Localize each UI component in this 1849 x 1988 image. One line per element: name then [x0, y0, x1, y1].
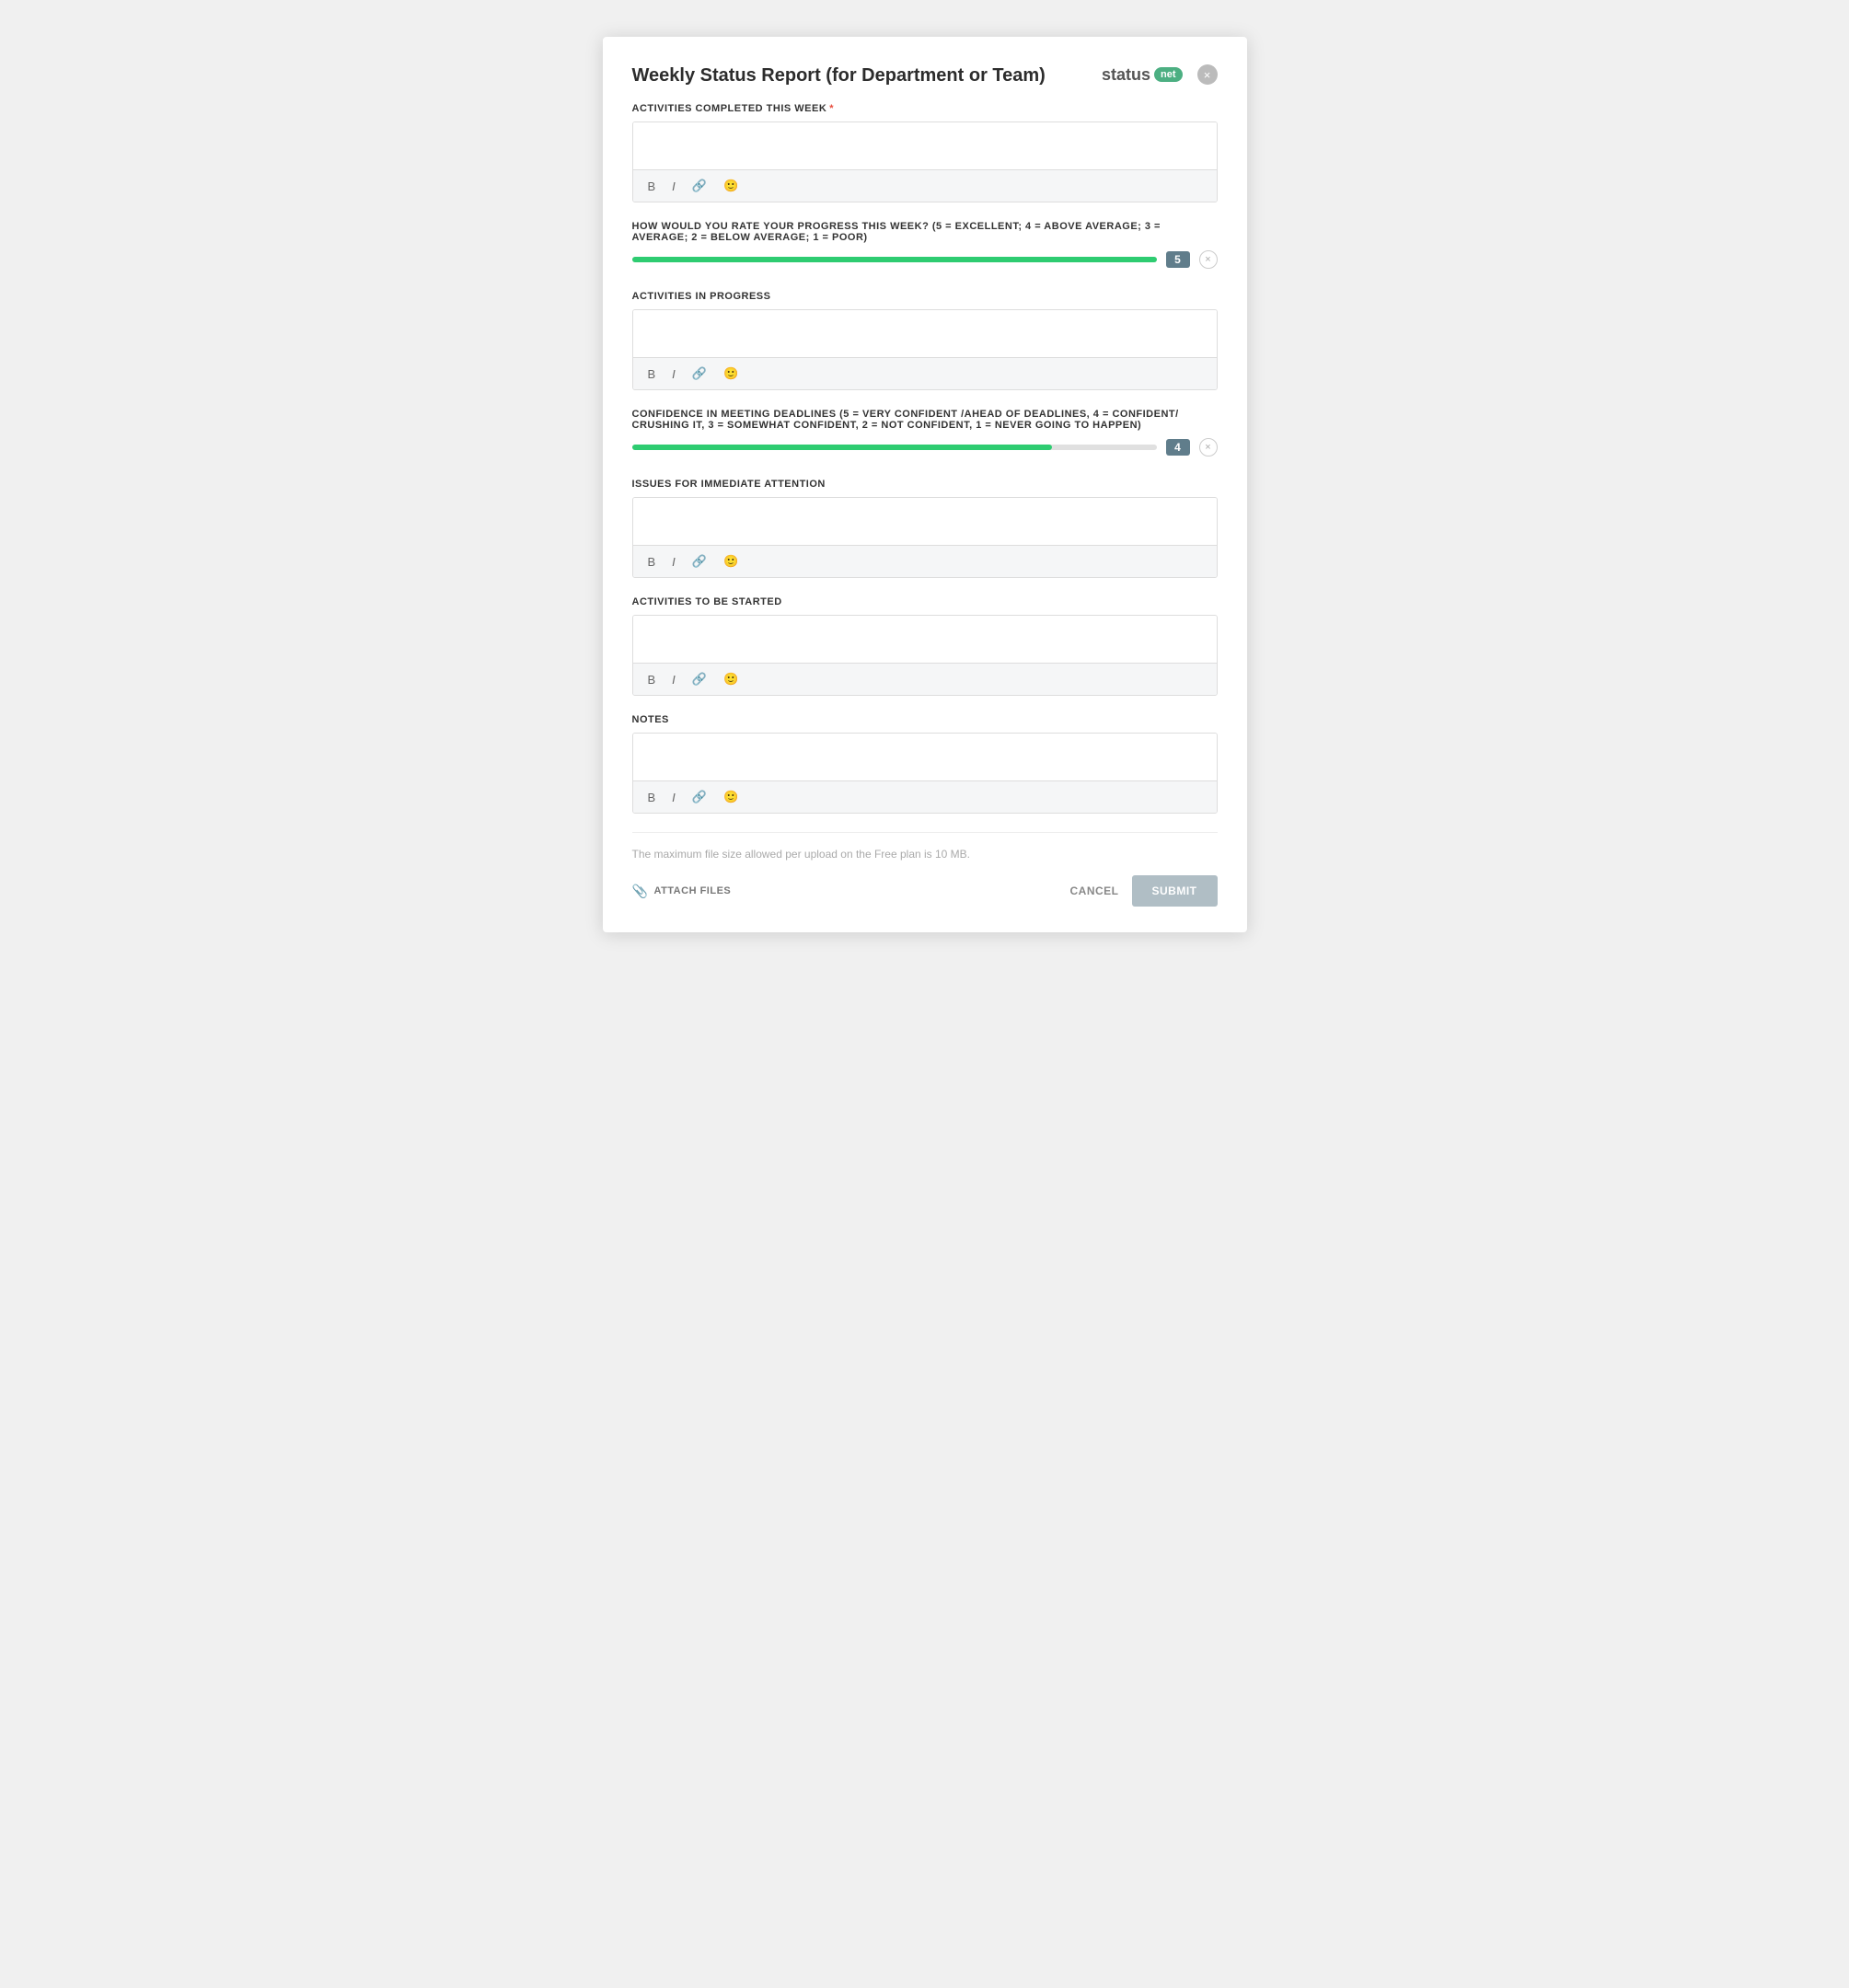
italic-button-1[interactable]: I: [668, 178, 679, 195]
close-button[interactable]: ×: [1197, 64, 1218, 85]
notes-input[interactable]: [633, 734, 1217, 781]
required-star: *: [829, 103, 834, 114]
attach-files-button[interactable]: 📎 ATTACH FILES: [632, 884, 732, 899]
activities-in-progress-toolbar: B I 🔗 🙂: [633, 358, 1217, 389]
modal-overlay: Weekly Status Report (for Department or …: [603, 37, 1247, 932]
link-icon-1: 🔗: [692, 179, 707, 192]
footer-divider: [632, 832, 1218, 833]
emoji-icon-3: 🙂: [723, 554, 738, 568]
confidence-slider-value: 4: [1166, 439, 1190, 456]
activities-completed-label: ACTIVITIES COMPLETED THIS WEEK*: [632, 103, 1218, 114]
activities-completed-toolbar: B I 🔗 🙂: [633, 170, 1217, 202]
confidence-slider-row: 4 ×: [632, 438, 1218, 457]
brand-logo: status net: [1102, 65, 1183, 85]
activities-completed-editor: B I 🔗 🙂: [632, 121, 1218, 202]
submit-button[interactable]: SUBMIT: [1132, 875, 1218, 907]
notes-section: NOTES B I 🔗 🙂: [632, 714, 1218, 814]
confidence-slider-fill: [632, 445, 1052, 450]
progress-rating-section: HOW WOULD YOU RATE YOUR PROGRESS THIS WE…: [632, 221, 1218, 269]
issues-editor: B I 🔗 🙂: [632, 497, 1218, 578]
confidence-slider-track: [632, 445, 1157, 450]
activities-in-progress-label: ACTIVITIES IN PROGRESS: [632, 291, 1218, 302]
emoji-icon-4: 🙂: [723, 672, 738, 686]
link-button-2[interactable]: 🔗: [688, 364, 711, 383]
footer-actions: 📎 ATTACH FILES CANCEL SUBMIT: [632, 875, 1218, 907]
bold-button-3[interactable]: B: [644, 553, 660, 571]
activities-completed-input[interactable]: [633, 122, 1217, 170]
activities-to-start-label: ACTIVITIES TO BE STARTED: [632, 596, 1218, 607]
link-icon-4: 🔗: [692, 672, 707, 686]
bold-button-2[interactable]: B: [644, 365, 660, 383]
emoji-button-3[interactable]: 🙂: [720, 552, 742, 571]
confidence-section: CONFIDENCE IN MEETING DEADLINES (5 = VER…: [632, 409, 1218, 457]
issues-section: ISSUES FOR IMMEDIATE ATTENTION B I 🔗 🙂: [632, 479, 1218, 578]
link-button-5[interactable]: 🔗: [688, 788, 711, 806]
activities-to-start-input[interactable]: [633, 616, 1217, 664]
brand-text: status: [1102, 65, 1150, 85]
modal-container: Weekly Status Report (for Department or …: [603, 37, 1247, 932]
brand-badge: net: [1154, 67, 1183, 82]
issues-input[interactable]: [633, 498, 1217, 546]
progress-slider-row: 5 ×: [632, 250, 1218, 269]
form-action-buttons: CANCEL SUBMIT: [1070, 875, 1218, 907]
issues-label: ISSUES FOR IMMEDIATE ATTENTION: [632, 479, 1218, 490]
paperclip-icon: 📎: [632, 884, 649, 899]
bold-button-4[interactable]: B: [644, 671, 660, 688]
bold-button-1[interactable]: B: [644, 178, 660, 195]
modal-title-area: Weekly Status Report (for Department or …: [632, 64, 1046, 87]
italic-button-2[interactable]: I: [668, 365, 679, 383]
italic-button-4[interactable]: I: [668, 671, 679, 688]
activities-to-start-editor: B I 🔗 🙂: [632, 615, 1218, 696]
italic-button-3[interactable]: I: [668, 553, 679, 571]
emoji-icon-5: 🙂: [723, 790, 738, 803]
activities-in-progress-section: ACTIVITIES IN PROGRESS B I 🔗 🙂: [632, 291, 1218, 390]
notes-label: NOTES: [632, 714, 1218, 725]
activities-in-progress-editor: B I 🔗 🙂: [632, 309, 1218, 390]
activities-to-start-section: ACTIVITIES TO BE STARTED B I 🔗 🙂: [632, 596, 1218, 696]
confidence-label: CONFIDENCE IN MEETING DEADLINES (5 = VER…: [632, 409, 1218, 431]
file-size-note: The maximum file size allowed per upload…: [632, 848, 1218, 861]
cancel-button[interactable]: CANCEL: [1070, 884, 1119, 897]
italic-button-5[interactable]: I: [668, 789, 679, 806]
link-button-3[interactable]: 🔗: [688, 552, 711, 571]
link-button-4[interactable]: 🔗: [688, 670, 711, 688]
emoji-button-1[interactable]: 🙂: [720, 177, 742, 195]
emoji-icon-1: 🙂: [723, 179, 738, 192]
activities-in-progress-input[interactable]: [633, 310, 1217, 358]
emoji-button-4[interactable]: 🙂: [720, 670, 742, 688]
attach-label: ATTACH FILES: [653, 885, 731, 896]
emoji-button-2[interactable]: 🙂: [720, 364, 742, 383]
bold-button-5[interactable]: B: [644, 789, 660, 806]
progress-slider-track: [632, 257, 1157, 262]
link-icon-3: 🔗: [692, 554, 707, 568]
progress-slider-value: 5: [1166, 251, 1190, 268]
confidence-slider-clear[interactable]: ×: [1199, 438, 1218, 457]
progress-rating-label: HOW WOULD YOU RATE YOUR PROGRESS THIS WE…: [632, 221, 1218, 243]
progress-slider-clear[interactable]: ×: [1199, 250, 1218, 269]
emoji-button-5[interactable]: 🙂: [720, 788, 742, 806]
progress-slider-fill: [632, 257, 1157, 262]
issues-toolbar: B I 🔗 🙂: [633, 546, 1217, 577]
header-right: status net ×: [1102, 64, 1218, 85]
activities-completed-section: ACTIVITIES COMPLETED THIS WEEK* B I 🔗 🙂: [632, 103, 1218, 202]
link-icon-5: 🔗: [692, 790, 707, 803]
emoji-icon-2: 🙂: [723, 366, 738, 380]
link-button-1[interactable]: 🔗: [688, 177, 711, 195]
link-icon-2: 🔗: [692, 366, 707, 380]
activities-to-start-toolbar: B I 🔗 🙂: [633, 664, 1217, 695]
modal-title: Weekly Status Report (for Department or …: [632, 64, 1046, 87]
modal-header: Weekly Status Report (for Department or …: [632, 64, 1218, 87]
notes-editor: B I 🔗 🙂: [632, 733, 1218, 814]
notes-toolbar: B I 🔗 🙂: [633, 781, 1217, 813]
